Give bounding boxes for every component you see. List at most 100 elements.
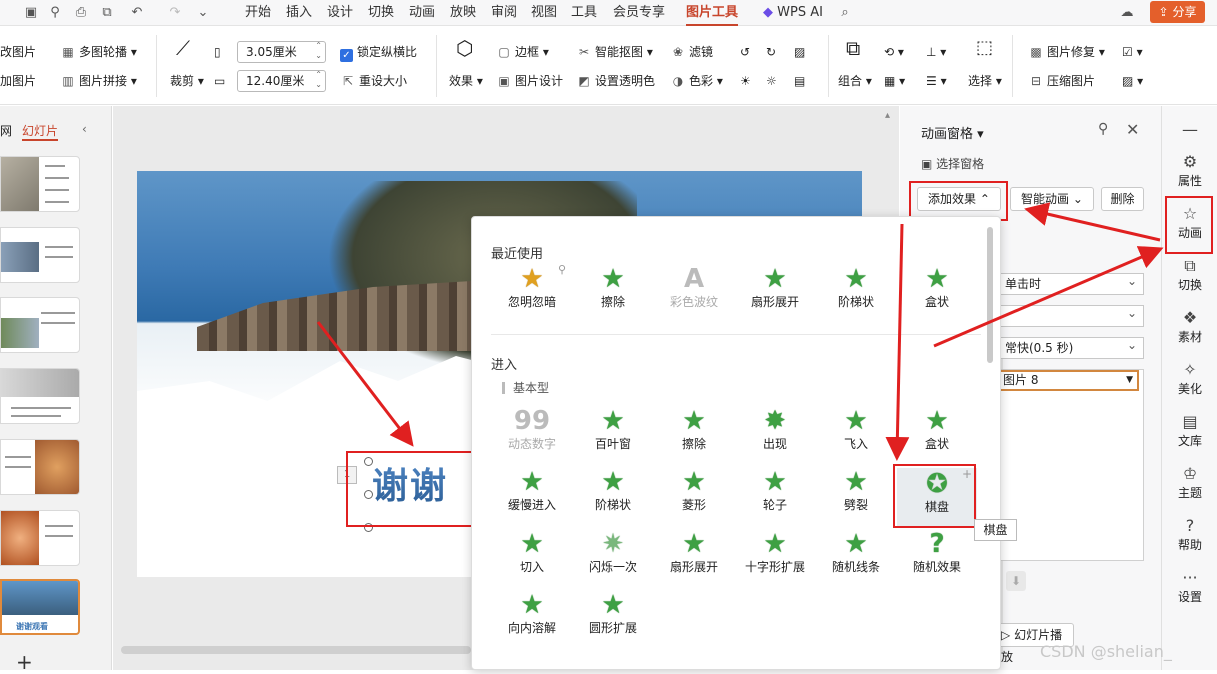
effect-dynamic-number[interactable]: 99 动态数字 (492, 407, 572, 452)
compress-button[interactable]: ⊟ 压缩图片 (1028, 73, 1095, 89)
smart-cutout-button[interactable]: ✂ 智能抠图 ▾ (576, 44, 653, 60)
vtab-library[interactable]: ▤ 文库 (1162, 412, 1217, 449)
layer-menu-button[interactable]: ▦ ▾ (884, 73, 905, 89)
align-menu-button[interactable]: ⊥ ▾ (926, 44, 946, 60)
speed-select[interactable]: 常快(0.5 秒) (998, 335, 1144, 359)
scroll-up-icon[interactable]: ▴ (885, 110, 890, 121)
crop-icon[interactable]: ⟋ (176, 38, 190, 58)
tab-member[interactable]: 会员专享 (613, 4, 665, 22)
find-icon[interactable]: ⚲ (46, 4, 64, 22)
contrast-icon[interactable]: ☼ (766, 73, 777, 89)
property-select[interactable] (998, 303, 1144, 327)
select-pane-link[interactable]: ▣ 选择窗格 (921, 155, 984, 172)
slide-thumbnail-1[interactable] (0, 156, 80, 212)
effect-cut-in[interactable]: ★ 切入 (492, 530, 572, 575)
effect-box[interactable]: ★ 盒状 (897, 265, 977, 310)
rotate-left-icon[interactable]: ↺ (740, 44, 750, 60)
picture-frame-icon[interactable]: ▨ (794, 44, 805, 60)
tab-insert[interactable]: 插入 (286, 4, 312, 22)
vtab-settings[interactable]: ··· 设置 (1162, 568, 1217, 605)
wps-ai-button[interactable]: ◆ WPS AI (763, 4, 823, 22)
image-menu-button[interactable]: ▨ ▾ (1122, 73, 1143, 89)
slide-thumbnail-6[interactable] (0, 510, 80, 566)
effect-flicker[interactable]: ★ 忽明忽暗 (492, 265, 572, 310)
add-picture-button[interactable]: 加图片 (0, 73, 36, 89)
combine-button[interactable]: 组合 ▾ (838, 73, 872, 89)
vtab-properties[interactable]: ⚙ 属性 (1162, 152, 1217, 189)
effect-fan[interactable]: ★ 扇形展开 (735, 265, 815, 310)
slide-thumbnail-3[interactable] (0, 297, 80, 353)
border-button[interactable]: ▢ 边框 ▾ (496, 44, 549, 60)
height-input[interactable]: 3.05厘米 (237, 41, 326, 63)
crop-button[interactable]: 裁剪 ▾ (170, 73, 204, 89)
effect-wipe[interactable]: ★ 擦除 (573, 265, 653, 310)
effect-random[interactable]: ? 随机效果 (897, 530, 977, 575)
slide-title-text[interactable]: 谢谢 (372, 466, 448, 508)
resize-handle[interactable] (364, 523, 373, 532)
smart-animation-button[interactable]: 智能动画 ⌄ (1010, 187, 1094, 211)
picture-stitch-button[interactable]: ▥ 图片拼接 ▾ (60, 73, 137, 89)
combine-icon[interactable]: ⧉ (846, 38, 860, 58)
effect-stairs[interactable]: ★ 阶梯状 (816, 265, 896, 310)
add-effect-button[interactable]: 添加效果 ⌃ (917, 187, 1001, 211)
search-icon[interactable]: ⌕ (836, 4, 854, 22)
popup-scrollbar[interactable] (987, 227, 993, 363)
vtab-theme[interactable]: ♔ 主题 (1162, 464, 1217, 501)
more-chevron-icon[interactable]: ⌄ (194, 4, 212, 22)
slide-thumbnail-2[interactable] (0, 227, 80, 283)
print-preview-icon[interactable]: ⧉ (98, 4, 116, 22)
effect-flash-once[interactable]: ✷ 闪烁一次 (573, 530, 653, 575)
add-favorite-icon[interactable]: + (962, 467, 972, 481)
effect-fly-in[interactable]: ★ 飞入 (816, 407, 896, 452)
effect-split[interactable]: ★ 劈裂 (816, 468, 896, 513)
change-picture-button[interactable]: 改图片 (0, 44, 36, 60)
effect-wipe-enter[interactable]: ★ 擦除 (654, 407, 734, 452)
horizontal-scrollbar[interactable] (121, 646, 471, 654)
save-icon[interactable]: ▣ (22, 4, 40, 22)
collapse-chevron-icon[interactable]: ‹ (82, 122, 87, 136)
resize-handle[interactable] (364, 457, 373, 466)
vtab-transition[interactable]: ⧉ 切换 (1162, 256, 1217, 293)
vtab-animation[interactable]: ☆ 动画 (1162, 204, 1217, 241)
select-icon[interactable]: ⬚ (976, 39, 993, 57)
effect-dissolve-in[interactable]: ★ 向内溶解 (492, 591, 572, 636)
effect-box-enter[interactable]: ★ 盒状 (897, 407, 977, 452)
close-icon[interactable]: ✕ (1126, 120, 1139, 139)
picture-repair-button[interactable]: ▩ 图片修复 ▾ (1028, 44, 1105, 60)
effect-wheel[interactable]: ★ 轮子 (735, 468, 815, 513)
effect-blinds[interactable]: ★ 百叶窗 (573, 407, 653, 452)
brightness-icon[interactable]: ☀ (740, 73, 751, 89)
rotate-menu-button[interactable]: ⟲ ▾ (884, 44, 904, 60)
effect-appear[interactable]: ✸ 出现 (735, 407, 815, 452)
tab-animation[interactable]: 动画 (409, 4, 435, 22)
tab-transition[interactable]: 切换 (368, 4, 394, 22)
move-down-icon[interactable]: ⬇ (1006, 571, 1026, 591)
width-input[interactable]: 12.40厘米 (237, 70, 326, 92)
vtab-assets[interactable]: ❖ 素材 (1162, 308, 1217, 345)
lock-ratio-checkbox[interactable]: ✓ 锁定纵横比 (340, 44, 417, 62)
pin-icon[interactable]: ⚲ (1098, 121, 1108, 137)
delete-button[interactable]: 删除 (1101, 187, 1144, 211)
effect-color-wave[interactable]: A 彩色波纹 (654, 265, 734, 310)
effect-diamond[interactable]: ★ 菱形 (654, 468, 734, 513)
effect-stairs-enter[interactable]: ★ 阶梯状 (573, 468, 653, 513)
trigger-select[interactable]: 单击时 (998, 271, 1144, 295)
share-button[interactable]: ⇪ 分享 (1150, 1, 1205, 23)
effect-plus-expand[interactable]: ★ 十字形扩展 (735, 530, 815, 575)
filter-button[interactable]: ❀ 滤镜 (670, 44, 713, 60)
effect-slow-enter[interactable]: ★ 缓慢进入 (492, 468, 572, 513)
check-menu-button[interactable]: ☑ ▾ (1122, 44, 1143, 60)
reset-size-button[interactable]: ⇱ 重设大小 (340, 73, 407, 89)
select-button[interactable]: 选择 ▾ (968, 73, 1002, 89)
distribute-menu-button[interactable]: ☰ ▾ (926, 73, 947, 89)
add-slide-icon[interactable]: + (16, 650, 33, 674)
rotate-right-icon[interactable]: ↻ (766, 44, 776, 60)
picture-style-icon[interactable]: ▤ (794, 73, 805, 89)
picture-design-button[interactable]: ▣ 图片设计 (496, 73, 563, 89)
effect-fan-enter[interactable]: ★ 扇形展开 (654, 530, 734, 575)
tab-start[interactable]: 开始 (245, 4, 271, 22)
tab-picture-tools[interactable]: 图片工具 (686, 4, 739, 26)
print-icon[interactable]: ⎙ (72, 4, 90, 22)
slide-thumbnail-5[interactable] (0, 439, 80, 495)
undo-icon[interactable]: ↶ (128, 4, 146, 22)
